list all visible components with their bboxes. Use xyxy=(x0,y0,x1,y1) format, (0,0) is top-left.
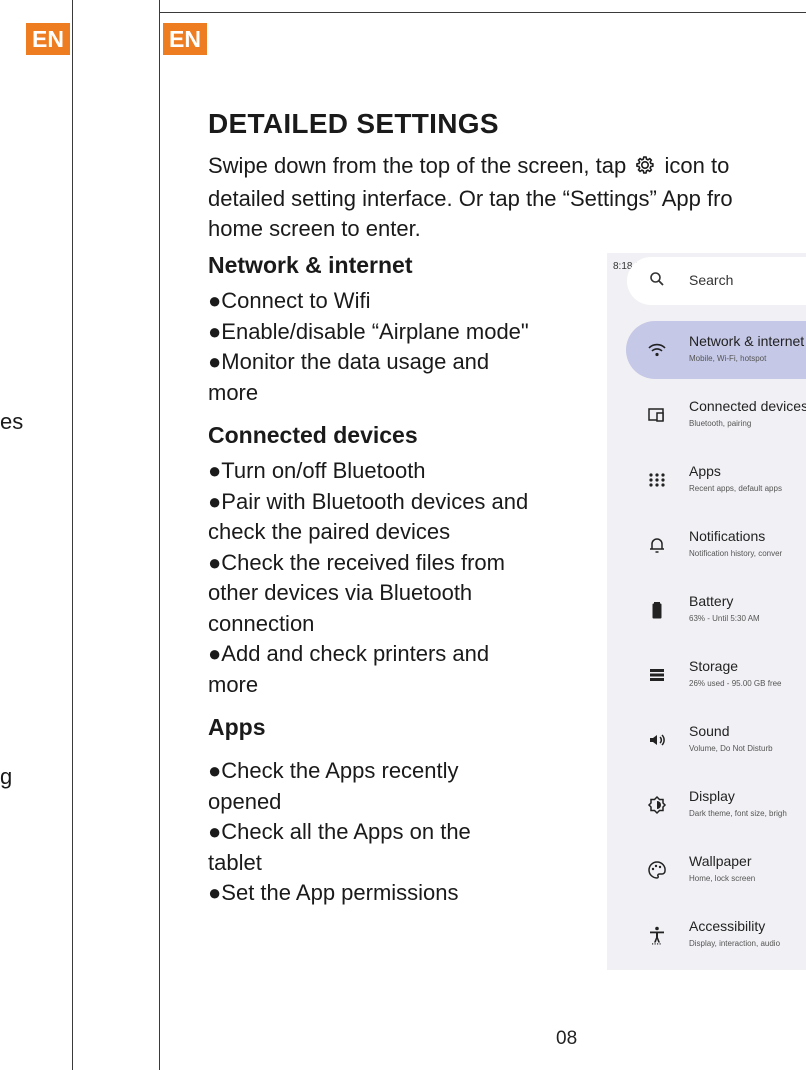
intro-text: home screen to enter. xyxy=(208,216,421,241)
section-heading: Network & internet xyxy=(208,252,413,278)
item-subtitle: Recent apps, default apps xyxy=(689,484,782,493)
bullet-item: ●Connect to Wifi xyxy=(208,288,371,313)
intro-text: icon to xyxy=(664,153,730,178)
accessibility-icon xyxy=(647,925,667,945)
item-title: Notifications xyxy=(689,528,766,544)
item-title: Display xyxy=(689,788,735,804)
bullet-item: ●Set the App permissions xyxy=(208,880,459,905)
gear-icon xyxy=(634,154,656,184)
bullet-item: ●Check the received files from other dev… xyxy=(208,549,505,636)
settings-screenshot: 8:18 PM 63 ◷ ☁ Search Network & internet… xyxy=(607,253,806,970)
item-subtitle: 26% used - 95.00 GB free xyxy=(689,679,782,688)
item-subtitle: Dark theme, font size, brigh xyxy=(689,809,787,818)
item-title: Battery xyxy=(689,593,734,609)
page-number: 08 xyxy=(556,1028,578,1049)
palette-icon xyxy=(647,860,667,880)
item-title: Network & internet xyxy=(689,333,805,349)
settings-item-wallpaper[interactable]: Wallpaper Home, lock screen xyxy=(607,841,806,899)
storage-icon xyxy=(647,665,667,685)
item-title: Sound xyxy=(689,723,730,739)
settings-item-accessibility[interactable]: Accessibility Display, interaction, audi… xyxy=(607,906,806,964)
bell-icon xyxy=(647,535,667,555)
battery-icon xyxy=(647,600,667,620)
settings-item-network[interactable]: Network & internet Mobile, Wi-Fi, hotspo… xyxy=(607,321,806,379)
item-subtitle: Display, interaction, audio xyxy=(689,939,781,948)
item-title: Accessibility xyxy=(689,918,766,934)
item-subtitle: 63% - Until 5:30 AM xyxy=(689,614,760,623)
left-page-border xyxy=(72,0,73,1070)
item-title: Wallpaper xyxy=(689,853,752,869)
item-subtitle: Mobile, Wi-Fi, hotspot xyxy=(689,354,767,363)
item-subtitle: Notification history, conver xyxy=(689,549,783,558)
bullet-item: ●Monitor the data usage and more xyxy=(208,349,490,405)
language-badge-left: EN xyxy=(26,23,70,55)
settings-item-battery[interactable]: Battery 63% - Until 5:30 AM xyxy=(607,581,806,639)
item-subtitle: Bluetooth, pairing xyxy=(689,419,752,428)
item-title: Connected devices xyxy=(689,398,806,414)
page-title: DETAILED SETTINGS xyxy=(208,108,499,139)
intro-text: detailed setting interface. Or tap the “… xyxy=(208,186,733,211)
item-title: Storage xyxy=(689,658,739,674)
item-subtitle: Volume, Do Not Disturb xyxy=(689,744,773,753)
wifi-icon xyxy=(647,340,667,360)
right-page-border xyxy=(159,0,160,1070)
left-page-fragment: g xyxy=(0,764,13,789)
bullet-item: ●Add and check printers and more xyxy=(208,641,490,697)
bullet-item: ●Check all the Apps on the tablet xyxy=(208,819,471,875)
search-placeholder: Search xyxy=(689,272,734,288)
item-title: Apps xyxy=(689,463,721,479)
settings-item-apps[interactable]: Apps Recent apps, default apps xyxy=(607,451,806,509)
language-badge-right: EN xyxy=(163,23,207,55)
intro-paragraph: Swipe down from the top of the screen, t… xyxy=(208,151,806,244)
settings-item-storage[interactable]: Storage 26% used - 95.00 GB free xyxy=(607,646,806,704)
settings-item-notifications[interactable]: Notifications Notification history, conv… xyxy=(607,516,806,574)
left-page-fragment: es xyxy=(0,409,24,434)
bullet-item: ●Check the Apps recently opened xyxy=(208,758,459,814)
section-heading: Apps xyxy=(208,714,266,740)
devices-icon xyxy=(647,405,667,425)
speaker-icon xyxy=(647,730,667,750)
section-heading: Connected devices xyxy=(208,422,418,448)
bullet-item: ●Pair with Bluetooth devices and check t… xyxy=(208,488,529,545)
apps-grid-icon xyxy=(647,470,667,490)
item-subtitle: Home, lock screen xyxy=(689,874,756,883)
settings-item-sound[interactable]: Sound Volume, Do Not Disturb xyxy=(607,711,806,769)
settings-item-connected-devices[interactable]: Connected devices Bluetooth, pairing xyxy=(607,386,806,444)
brightness-icon xyxy=(647,795,667,815)
settings-item-display[interactable]: Display Dark theme, font size, brigh xyxy=(607,776,806,834)
bullet-item: ●Enable/disable “Airplane mode" xyxy=(208,318,529,344)
feature-list: Network & internet ●Connect to Wifi ●Ena… xyxy=(208,250,548,909)
search-icon xyxy=(649,271,665,292)
intro-text: Swipe down from the top of the screen, t… xyxy=(208,153,627,178)
bullet-item: ●Turn on/off Bluetooth xyxy=(208,458,426,483)
search-bar[interactable]: Search xyxy=(627,257,806,305)
top-border xyxy=(159,12,806,13)
